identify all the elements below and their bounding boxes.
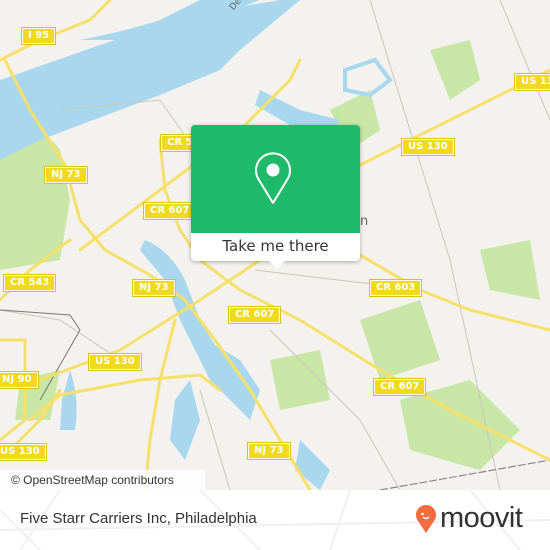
- road-shield: I 95: [20, 27, 57, 45]
- road-shield: CR 543: [2, 274, 57, 292]
- location-popup: Take me there: [191, 125, 360, 269]
- attribution[interactable]: © OpenStreetMap contributors: [0, 470, 205, 490]
- moovit-logo[interactable]: moovit: [415, 502, 523, 535]
- footer: Five Starr Carriers Inc, Philadelphia mo…: [0, 490, 550, 550]
- popup-header: [191, 125, 360, 233]
- road-shield: NJ 90: [0, 371, 39, 389]
- place-title: Five Starr Carriers Inc, Philadelphia: [20, 510, 257, 527]
- popup-pointer: [269, 261, 285, 269]
- road-shield: CR 603: [368, 279, 423, 297]
- road-shield: CR 607: [372, 378, 427, 396]
- road-shield: US 13: [514, 73, 550, 91]
- road-shield: US 130: [401, 138, 455, 156]
- road-shield: NJ 73: [44, 166, 88, 184]
- take-me-there-button[interactable]: Take me there: [191, 233, 360, 261]
- map-pin-icon: [255, 152, 291, 204]
- place-label: n: [360, 214, 369, 229]
- road-shield: US 130: [0, 443, 47, 461]
- road-shield: NJ 73: [132, 279, 176, 297]
- moovit-wordmark: moovit: [440, 502, 523, 534]
- road-shield: CR 607: [142, 202, 197, 220]
- moovit-pin-icon: [416, 504, 436, 533]
- map[interactable]: Delaware n I 95 CR 5 NJ 73 CR 607 US 130…: [0, 0, 550, 492]
- road-shield: CR 607: [227, 306, 282, 324]
- road-shield: US 130: [88, 353, 142, 371]
- road-shield: NJ 73: [247, 442, 291, 460]
